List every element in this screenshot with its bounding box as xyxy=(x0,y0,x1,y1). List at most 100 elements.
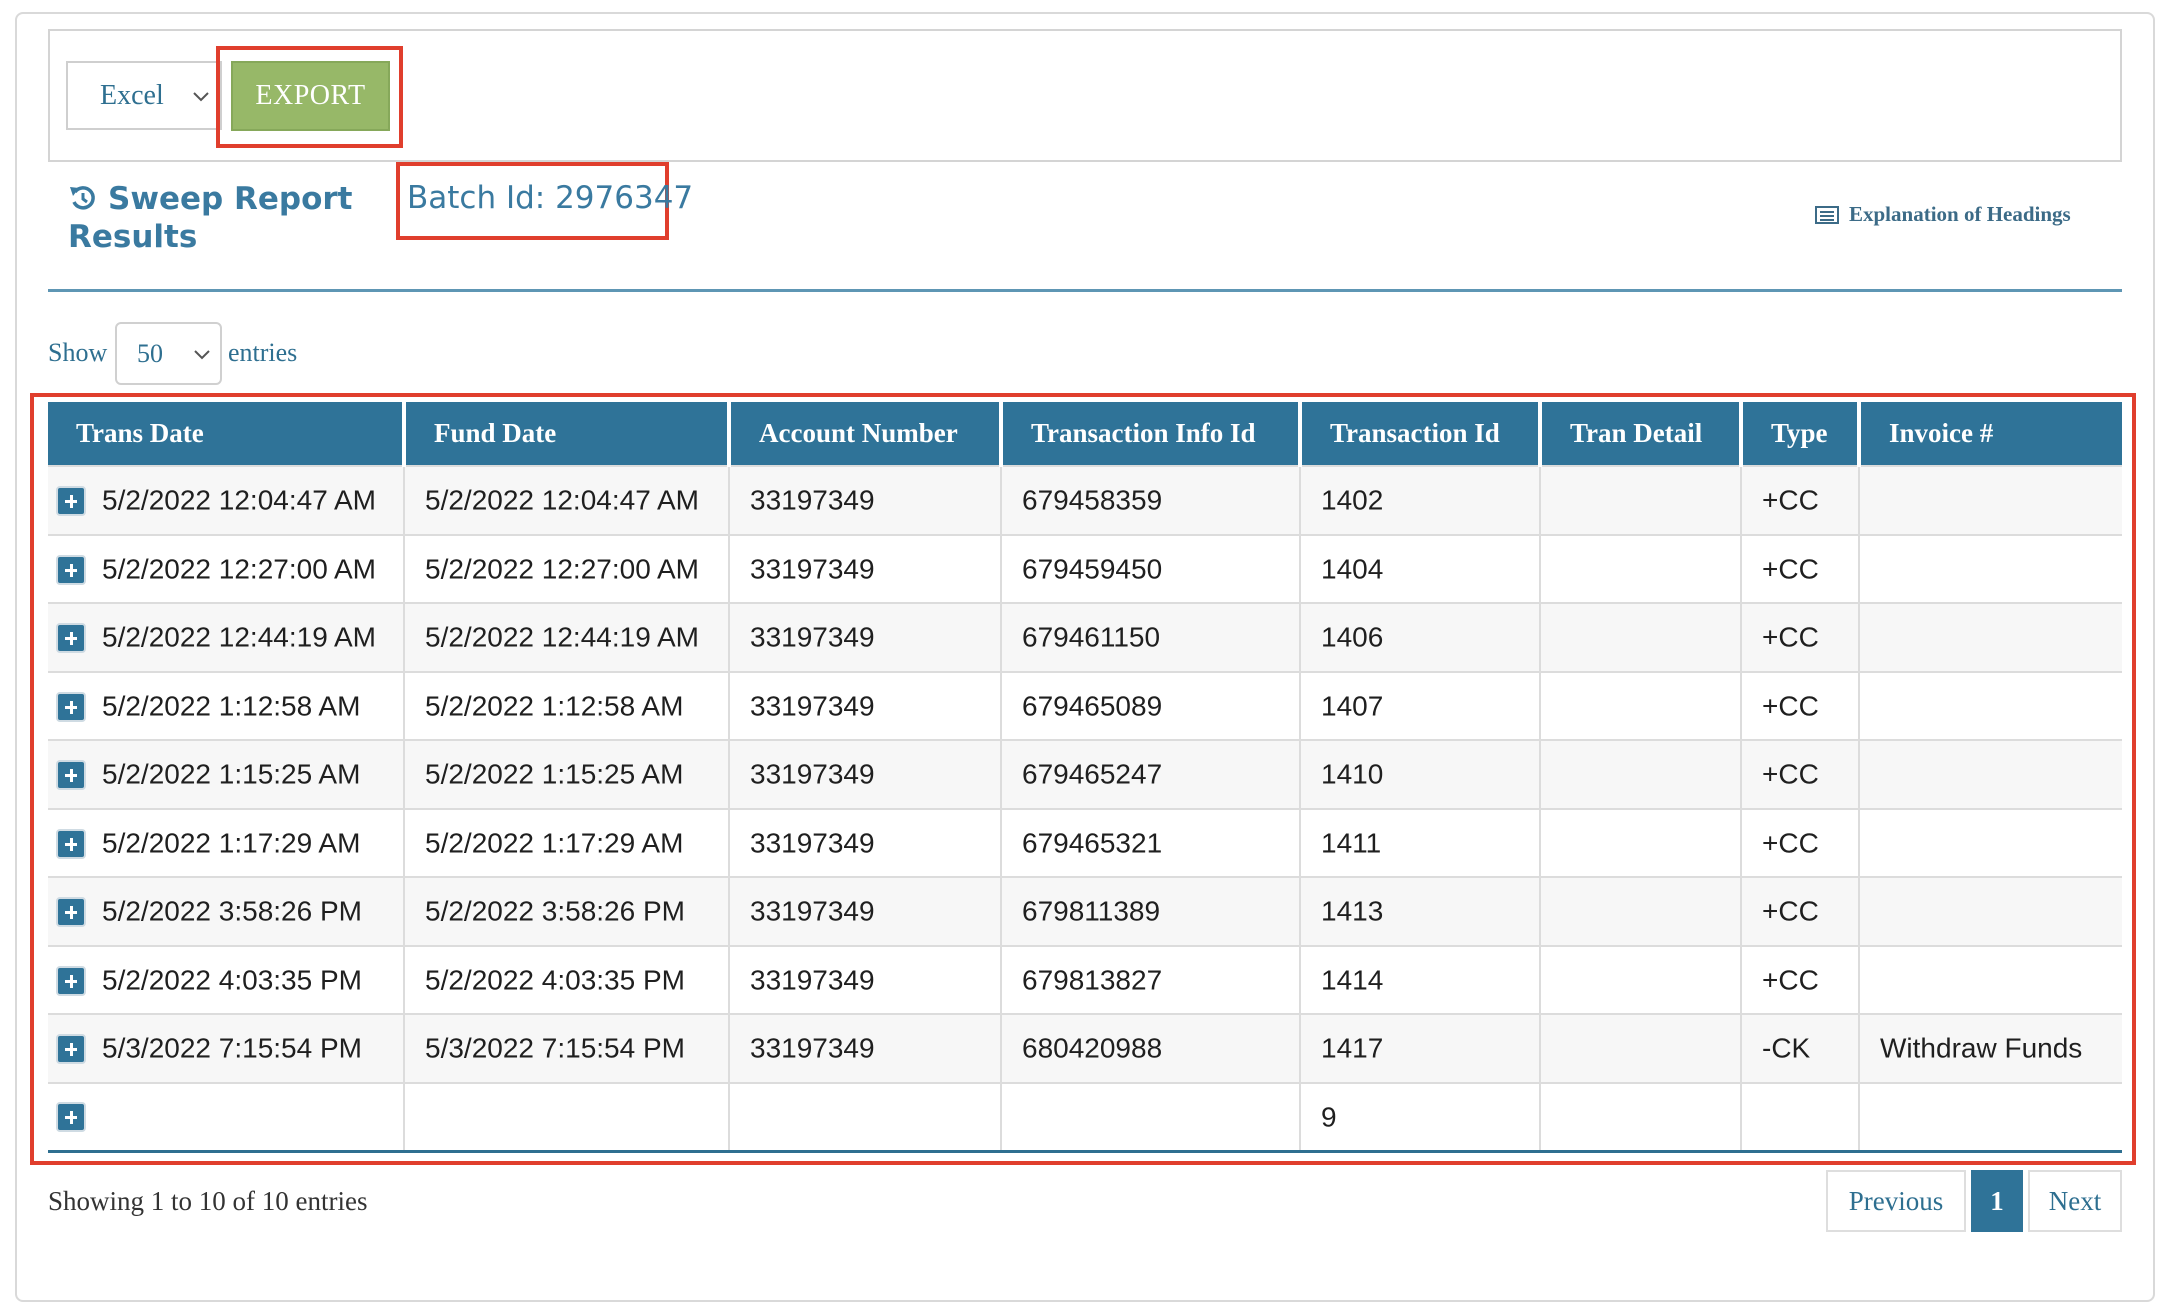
table-cell: 33197349 xyxy=(729,670,1002,740)
table-cell xyxy=(1540,465,1742,535)
table-cell xyxy=(1859,533,2122,603)
table-row: 5/2/2022 1:12:58 AM 5/2/2022 1:12:58 AM 33… xyxy=(48,670,2122,740)
table-cell xyxy=(1859,602,2122,672)
table-cell: 679459450 xyxy=(1001,533,1301,603)
column-header[interactable]: Fund Date xyxy=(404,402,731,466)
cell-text: 5/2/2022 12:04:47 AM xyxy=(425,485,699,517)
table-cell xyxy=(1540,1081,1742,1151)
table-cell: 1413 xyxy=(1300,876,1541,946)
expand-row-plus-icon[interactable] xyxy=(56,965,86,996)
table-info: Showing 1 to 10 of 10 entries xyxy=(48,1186,368,1216)
cell-text: 5/2/2022 3:58:26 PM xyxy=(102,896,362,928)
cell-text: 1402 xyxy=(1321,485,1384,517)
table-cell xyxy=(1540,602,1742,672)
table-cell: 5/2/2022 12:04:47 AM xyxy=(48,465,405,535)
export-format-value: Excel xyxy=(100,79,164,111)
table-cell: 5/2/2022 4:03:35 PM xyxy=(404,944,730,1014)
table-cell xyxy=(1859,944,2122,1014)
table-cell: +CC xyxy=(1741,944,1860,1014)
table-cell: 33197349 xyxy=(729,533,1002,603)
column-header[interactable]: Tran Detail xyxy=(1540,402,1743,466)
chevron-down-icon xyxy=(193,92,209,102)
expand-row-plus-icon[interactable] xyxy=(56,760,86,791)
expand-row-plus-icon[interactable] xyxy=(56,1102,86,1133)
table-cell: 1410 xyxy=(1300,739,1541,809)
table-row: 5/3/2022 7:15:54 PM 5/3/2022 7:15:54 PM 33… xyxy=(48,1013,2122,1083)
table-cell xyxy=(1540,533,1742,603)
chevron-down-icon xyxy=(194,350,210,360)
table-row: 5/2/2022 12:44:19 AM 5/2/2022 12:44:19 AM… xyxy=(48,602,2122,672)
table-cell: 5/3/2022 7:15:54 PM xyxy=(48,1013,405,1083)
table-cell: 5/2/2022 1:17:29 AM xyxy=(404,807,730,877)
table-cell: 33197349 xyxy=(729,807,1002,877)
table-cell: +CC xyxy=(1741,533,1860,603)
table-cell: 5/2/2022 1:12:58 AM xyxy=(404,670,730,740)
cell-text: 679465247 xyxy=(1022,759,1163,791)
table-cell: 5/3/2022 7:15:54 PM xyxy=(404,1013,730,1083)
entries-per-page-select[interactable]: 50 xyxy=(115,322,222,385)
table-cell xyxy=(1741,1081,1860,1151)
page-1-button[interactable]: 1 xyxy=(1971,1170,2023,1232)
cell-text: 679461150 xyxy=(1022,622,1161,654)
table-cell: 679813827 xyxy=(1001,944,1301,1014)
table-cell: 5/2/2022 12:44:19 AM xyxy=(48,602,405,672)
cell-text: 33197349 xyxy=(750,622,875,654)
table-cell: 33197349 xyxy=(729,602,1002,672)
expand-row-plus-icon[interactable] xyxy=(56,1034,86,1065)
cell-text: 679458359 xyxy=(1022,485,1163,517)
column-header[interactable]: Transaction Id xyxy=(1300,402,1542,466)
next-page-button[interactable]: Next xyxy=(2028,1170,2122,1232)
cell-text: 5/2/2022 1:12:58 AM xyxy=(102,690,361,722)
table-cell xyxy=(1859,807,2122,877)
table-row: 5/2/2022 1:17:29 AM 5/2/2022 1:17:29 AM 33… xyxy=(48,807,2122,877)
cell-text: 679811389 xyxy=(1022,896,1161,928)
table-cell: 679811389 xyxy=(1001,876,1301,946)
cell-text: 33197349 xyxy=(750,553,875,585)
table-row: 5/2/2022 12:27:00 AM 5/2/2022 12:27:00 AM… xyxy=(48,533,2122,603)
cell-text: 9 xyxy=(1321,1101,1337,1133)
table-cell: +CC xyxy=(1741,876,1860,946)
table-cell: +CC xyxy=(1741,602,1860,672)
export-format-select[interactable]: Excel xyxy=(66,61,222,130)
column-header[interactable]: Invoice # xyxy=(1859,402,2122,466)
cell-text: Withdraw Funds xyxy=(1880,1033,2083,1065)
expand-row-plus-icon[interactable] xyxy=(56,623,86,654)
table-cell: 1411 xyxy=(1300,807,1541,877)
table-row: 5/2/2022 3:58:26 PM 5/2/2022 3:58:26 PM 33… xyxy=(48,876,2122,946)
previous-page-button[interactable]: Previous xyxy=(1826,1170,1966,1232)
table-cell: -CK xyxy=(1741,1013,1860,1083)
expand-row-plus-icon[interactable] xyxy=(56,828,86,859)
cell-text: 5/3/2022 7:15:54 PM xyxy=(425,1033,685,1065)
table-cell: 5/2/2022 1:17:29 AM xyxy=(48,807,405,877)
table-cell: +CC xyxy=(1741,465,1860,535)
table-row: 5/2/2022 1:15:25 AM 5/2/2022 1:15:25 AM 33… xyxy=(48,739,2122,809)
column-header[interactable]: Transaction Info Id xyxy=(1001,402,1302,466)
expand-row-plus-icon[interactable] xyxy=(56,486,86,517)
results-table: Trans Date Fund Date Account Number Tran… xyxy=(48,402,2122,1153)
table-cell xyxy=(1540,807,1742,877)
table-cell xyxy=(1540,1013,1742,1083)
table-cell: +CC xyxy=(1741,739,1860,809)
table-cell: 33197349 xyxy=(729,876,1002,946)
document-list-icon xyxy=(1815,205,1839,224)
table-cell: 5/2/2022 1:12:58 AM xyxy=(48,670,405,740)
table-cell xyxy=(729,1081,1002,1151)
cell-text: 5/2/2022 1:17:29 AM xyxy=(425,827,684,859)
table-cell: 1407 xyxy=(1300,670,1541,740)
explanation-of-headings-link[interactable]: Explanation of Headings xyxy=(1815,202,2071,227)
export-button[interactable]: EXPORT xyxy=(231,61,390,131)
cell-text: 5/2/2022 12:44:19 AM xyxy=(102,622,376,654)
column-header[interactable]: Account Number xyxy=(729,402,1003,466)
cell-text: 1414 xyxy=(1321,964,1384,996)
refresh-icon xyxy=(70,186,95,210)
cell-text: 5/2/2022 1:12:58 AM xyxy=(425,690,684,722)
expand-row-plus-icon[interactable] xyxy=(56,554,86,585)
cell-text: +CC xyxy=(1762,827,1819,859)
table-cell xyxy=(1540,739,1742,809)
column-header[interactable]: Trans Date xyxy=(48,402,406,466)
table-cell: 1406 xyxy=(1300,602,1541,672)
table-row: 5/2/2022 12:04:47 AM 5/2/2022 12:04:47 AM… xyxy=(48,465,2122,535)
expand-row-plus-icon[interactable] xyxy=(56,691,86,722)
expand-row-plus-icon[interactable] xyxy=(56,897,86,928)
column-header[interactable]: Type xyxy=(1741,402,1861,466)
